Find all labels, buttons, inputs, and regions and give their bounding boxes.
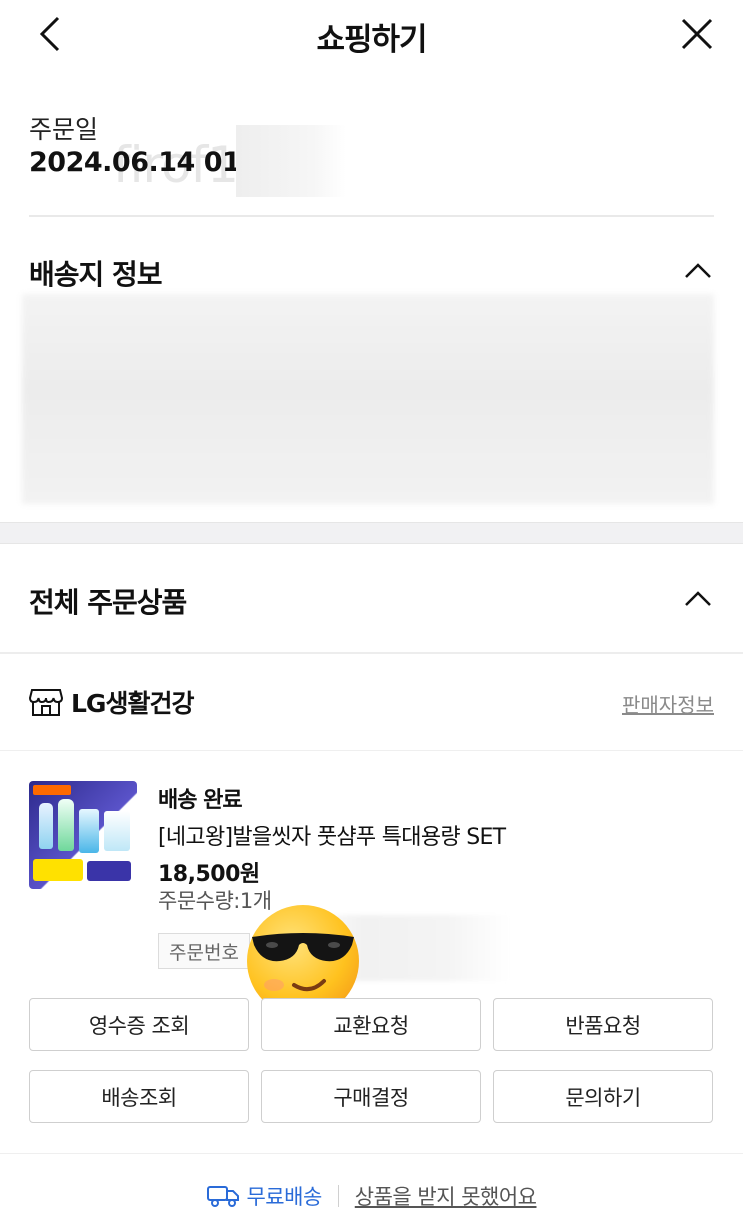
order-date-value: 2024.06.14 01:2 bbox=[29, 147, 269, 178]
delivery-status: 배송 완료 bbox=[158, 788, 243, 813]
receipt-button[interactable]: 영수증 조회 bbox=[29, 998, 249, 1051]
product-thumbnail[interactable] bbox=[29, 781, 137, 889]
all-products-title: 전체 주문상품 bbox=[29, 586, 187, 619]
divider bbox=[0, 652, 743, 654]
free-shipping-label: 무료배송 bbox=[246, 1185, 322, 1209]
top-bar: 쇼핑하기 bbox=[0, 0, 743, 70]
track-delivery-button[interactable]: 배송조회 bbox=[29, 1070, 249, 1123]
address-redacted bbox=[22, 294, 714, 504]
shipping-info-title: 배송지 정보 bbox=[29, 258, 163, 291]
divider bbox=[0, 1153, 743, 1154]
footer-row: 무료배송 상품을 받지 못했어요 bbox=[0, 1180, 743, 1212]
redaction-mask bbox=[236, 125, 346, 197]
return-request-button[interactable]: 반품요청 bbox=[493, 998, 713, 1051]
free-shipping: 무료배송 bbox=[206, 1181, 322, 1211]
order-date-label: 주문일 bbox=[29, 115, 99, 144]
product-price: 18,500원 bbox=[158, 862, 260, 887]
divider bbox=[29, 215, 714, 217]
chevron-up-icon bbox=[685, 591, 711, 606]
order-number-badge: 주문번호 bbox=[158, 933, 250, 969]
close-icon bbox=[681, 18, 713, 50]
section-divider bbox=[0, 522, 743, 544]
close-button[interactable] bbox=[677, 14, 717, 54]
product-name[interactable]: [네고왕]발을씻자 풋샴푸 특대용량 SET bbox=[158, 819, 506, 851]
truck-icon bbox=[207, 1186, 240, 1207]
products-collapse-button[interactable] bbox=[682, 587, 714, 611]
not-received-link[interactable]: 상품을 받지 못했어요 bbox=[355, 1181, 537, 1211]
divider bbox=[337, 1185, 339, 1207]
exchange-request-button[interactable]: 교환요청 bbox=[261, 998, 481, 1051]
inquiry-button[interactable]: 문의하기 bbox=[493, 1070, 713, 1123]
shipping-collapse-button[interactable] bbox=[682, 259, 714, 283]
seller-row[interactable]: LG생활건강 bbox=[29, 684, 194, 720]
chevron-up-icon bbox=[685, 263, 711, 278]
store-icon bbox=[29, 689, 63, 716]
page-title: 쇼핑하기 bbox=[316, 22, 427, 58]
order-number-label: 주문번호 bbox=[169, 941, 239, 964]
seller-name: LG생활건강 bbox=[71, 689, 194, 718]
confirm-purchase-button[interactable]: 구매결정 bbox=[261, 1070, 481, 1123]
divider bbox=[0, 750, 743, 751]
seller-info-link[interactable]: 판매자정보 bbox=[622, 689, 714, 718]
